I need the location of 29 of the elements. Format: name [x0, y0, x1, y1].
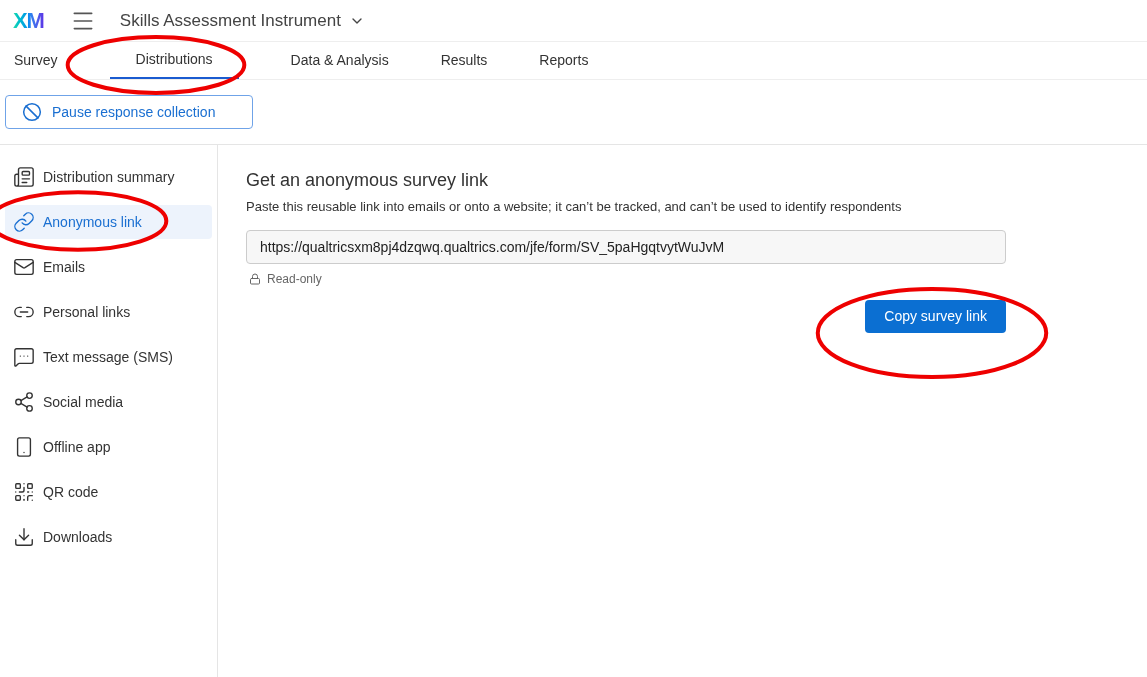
tab[interactable]: Results: [440, 42, 488, 79]
sidebar-item[interactable]: Offline app: [5, 430, 212, 464]
sidebar-item[interactable]: Anonymous link: [5, 205, 212, 239]
lock-icon: [249, 273, 261, 285]
sidebar-item[interactable]: Personal links: [5, 295, 212, 329]
qr-code-icon: [13, 481, 35, 503]
pause-response-button[interactable]: Pause response collection: [5, 95, 253, 129]
copy-survey-link-button[interactable]: Copy survey link: [865, 300, 1006, 333]
section-description: Paste this reusable link into emails or onto a website; it can’t be tracked, and can’t be used to identify respondents: [246, 200, 903, 214]
survey-link-field[interactable]: https://qualtricsxm8pj4dzqwq.qualtrics.com/jfe/form/SV_5paHgqtvytWuJvM: [246, 230, 1006, 264]
project-title-dropdown[interactable]: Skills Assessment Instrument: [119, 7, 365, 34]
share-icon: [13, 391, 35, 413]
download-icon: [13, 526, 35, 548]
summary-icon: [13, 166, 35, 188]
read-only-label: Read-only: [267, 271, 322, 288]
section-title: Get an anonymous survey link: [246, 169, 490, 192]
sidebar-item[interactable]: Social media: [5, 385, 212, 419]
sidebar-item[interactable]: Emails: [5, 250, 212, 284]
tab[interactable]: Survey: [14, 42, 58, 79]
prohibited-icon: [22, 102, 42, 122]
link-icon: [13, 211, 35, 233]
sidebar-item[interactable]: Text message (SMS): [5, 340, 212, 374]
tab[interactable]: Data & Analysis: [290, 42, 389, 79]
tab[interactable]: Reports: [539, 42, 589, 79]
sidebar-item[interactable]: Distribution summary: [5, 160, 212, 194]
sidebar-item[interactable]: Downloads: [5, 520, 212, 554]
envelope-icon: [13, 256, 35, 278]
sidebar-item[interactable]: QR code: [5, 475, 212, 509]
chat-bubble-icon: [13, 346, 35, 368]
